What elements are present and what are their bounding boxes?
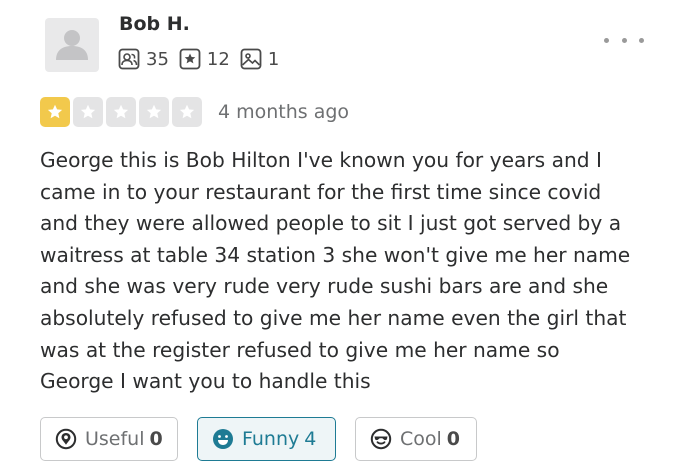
menu-dot <box>621 37 627 43</box>
star-empty-icon <box>106 97 136 127</box>
smiley-face-icon <box>212 428 234 450</box>
user-avatar[interactable] <box>45 18 99 72</box>
photos-count: 1 <box>267 48 280 70</box>
reviews-stat: 12 <box>179 48 230 70</box>
useful-label: Useful <box>85 428 145 450</box>
funny-button[interactable]: Funny 4 <box>197 417 336 461</box>
menu-dot <box>604 37 609 43</box>
cool-button[interactable]: Cool 0 <box>355 417 477 461</box>
lightbulb-icon <box>55 428 77 450</box>
funny-count: 4 <box>304 428 317 450</box>
star-filled-icon <box>40 97 70 127</box>
user-name[interactable]: Bob H. <box>119 12 190 36</box>
photo-icon <box>240 48 262 70</box>
star-empty-icon <box>172 97 202 127</box>
star-empty-icon <box>139 97 169 127</box>
useful-button[interactable]: Useful 0 <box>40 417 178 461</box>
sunglasses-face-icon <box>370 428 392 450</box>
rating-row: 4 months ago <box>40 97 349 127</box>
useful-count: 0 <box>149 428 163 450</box>
default-avatar-icon <box>56 30 88 60</box>
photos-stat: 1 <box>240 48 279 70</box>
more-options-icon[interactable] <box>604 28 644 52</box>
funny-label: Funny <box>242 428 300 450</box>
friends-icon <box>118 48 140 70</box>
star-rating <box>40 97 205 127</box>
cool-label: Cool <box>400 428 442 450</box>
friends-count: 35 <box>146 48 169 70</box>
review-star-icon <box>179 48 201 70</box>
user-stats: 35 12 1 <box>118 48 289 70</box>
star-empty-icon <box>73 97 103 127</box>
review-date: 4 months ago <box>218 101 350 123</box>
reviews-count: 12 <box>206 48 230 70</box>
review-text: George this is Bob Hilton I've known you… <box>40 148 631 394</box>
friends-stat: 35 <box>118 48 169 70</box>
cool-count: 0 <box>446 428 461 450</box>
menu-dot <box>639 37 644 43</box>
